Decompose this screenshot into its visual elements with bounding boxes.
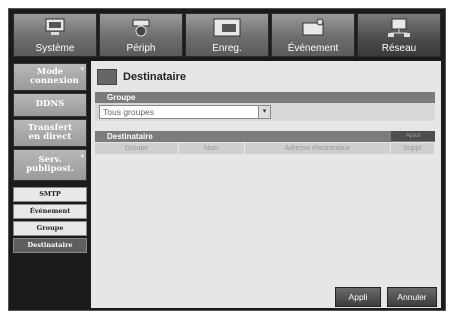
record-icon: [213, 18, 241, 37]
sidebar-item-connection-mode[interactable]: Mode connexion ▾: [13, 63, 87, 91]
apply-button[interactable]: Appli: [335, 287, 381, 307]
subitem-label: Destinataire: [27, 241, 73, 249]
sidebar-item-label: Serv. publipost.: [26, 154, 74, 174]
tab-label: Réseau: [381, 43, 417, 54]
event-icon: [302, 18, 324, 36]
network-icon: [388, 18, 410, 37]
cancel-button[interactable]: Annuler: [387, 287, 437, 307]
sidebar-item-label: DDNS: [35, 99, 65, 110]
tab-record[interactable]: Enreg.: [185, 13, 269, 57]
camera-icon: [132, 19, 150, 37]
column-name: Nom: [179, 143, 245, 154]
sidebar-item-mail-server[interactable]: Serv. publipost. ▴: [13, 149, 87, 181]
subitem-label: Événement: [29, 207, 71, 215]
subitem-label: Groupe: [36, 224, 64, 232]
chevron-down-icon[interactable]: ▾: [258, 106, 270, 118]
sidebar-item-ddns[interactable]: DDNS: [13, 93, 87, 117]
sidebar-subitem-event[interactable]: Événement: [13, 204, 87, 219]
column-delete: Suppr: [391, 143, 435, 154]
tab-label: Événement: [287, 43, 339, 54]
recipient-section-header: Destinataire: [95, 131, 435, 142]
tab-device[interactable]: Périph: [99, 13, 183, 57]
group-dropdown[interactable]: Tous groupes ▾: [99, 105, 271, 119]
column-email: Adresse électronique: [245, 143, 391, 154]
sidebar-subitem-recipient[interactable]: Destinataire: [13, 238, 87, 253]
tab-network[interactable]: Réseau: [357, 13, 441, 57]
dvr-window: Système Périph Enreg. Événement Réseau M…: [8, 8, 446, 311]
tab-label: Enreg.: [212, 43, 242, 54]
sidebar-item-live-transfer[interactable]: Transfert en direct: [13, 119, 87, 147]
tab-event[interactable]: Événement: [271, 13, 355, 57]
tab-label: Système: [35, 43, 75, 54]
group-section-header: Groupe: [95, 92, 435, 103]
page-title: Destinataire: [123, 71, 186, 83]
table-header: Groupe Nom Adresse électronique Suppr: [95, 143, 435, 154]
sidebar-item-label: Transfert en direct: [27, 122, 73, 142]
column-group: Groupe: [95, 143, 179, 154]
sidebar: Mode connexion ▾ DDNS Transfert en direc…: [11, 61, 89, 308]
tab-label: Périph: [126, 43, 156, 54]
sidebar-subitem-smtp[interactable]: SMTP: [13, 187, 87, 202]
system-icon: [45, 18, 65, 35]
content-panel: Destinataire Groupe Tous groupes ▾ Desti…: [91, 61, 441, 308]
sidebar-item-label: Mode connexion: [30, 66, 79, 86]
top-menu-bar: Système Périph Enreg. Événement Réseau: [11, 11, 443, 59]
subitem-label: SMTP: [39, 190, 61, 198]
add-button[interactable]: Ajout: [391, 131, 435, 141]
expand-arrow-icon: ▴: [80, 150, 84, 159]
expand-arrow-icon: ▾: [80, 64, 84, 73]
tab-system[interactable]: Système: [13, 13, 97, 57]
recipient-icon: [97, 69, 117, 85]
dropdown-value: Tous groupes: [103, 107, 155, 117]
sidebar-subitem-group[interactable]: Groupe: [13, 221, 87, 236]
